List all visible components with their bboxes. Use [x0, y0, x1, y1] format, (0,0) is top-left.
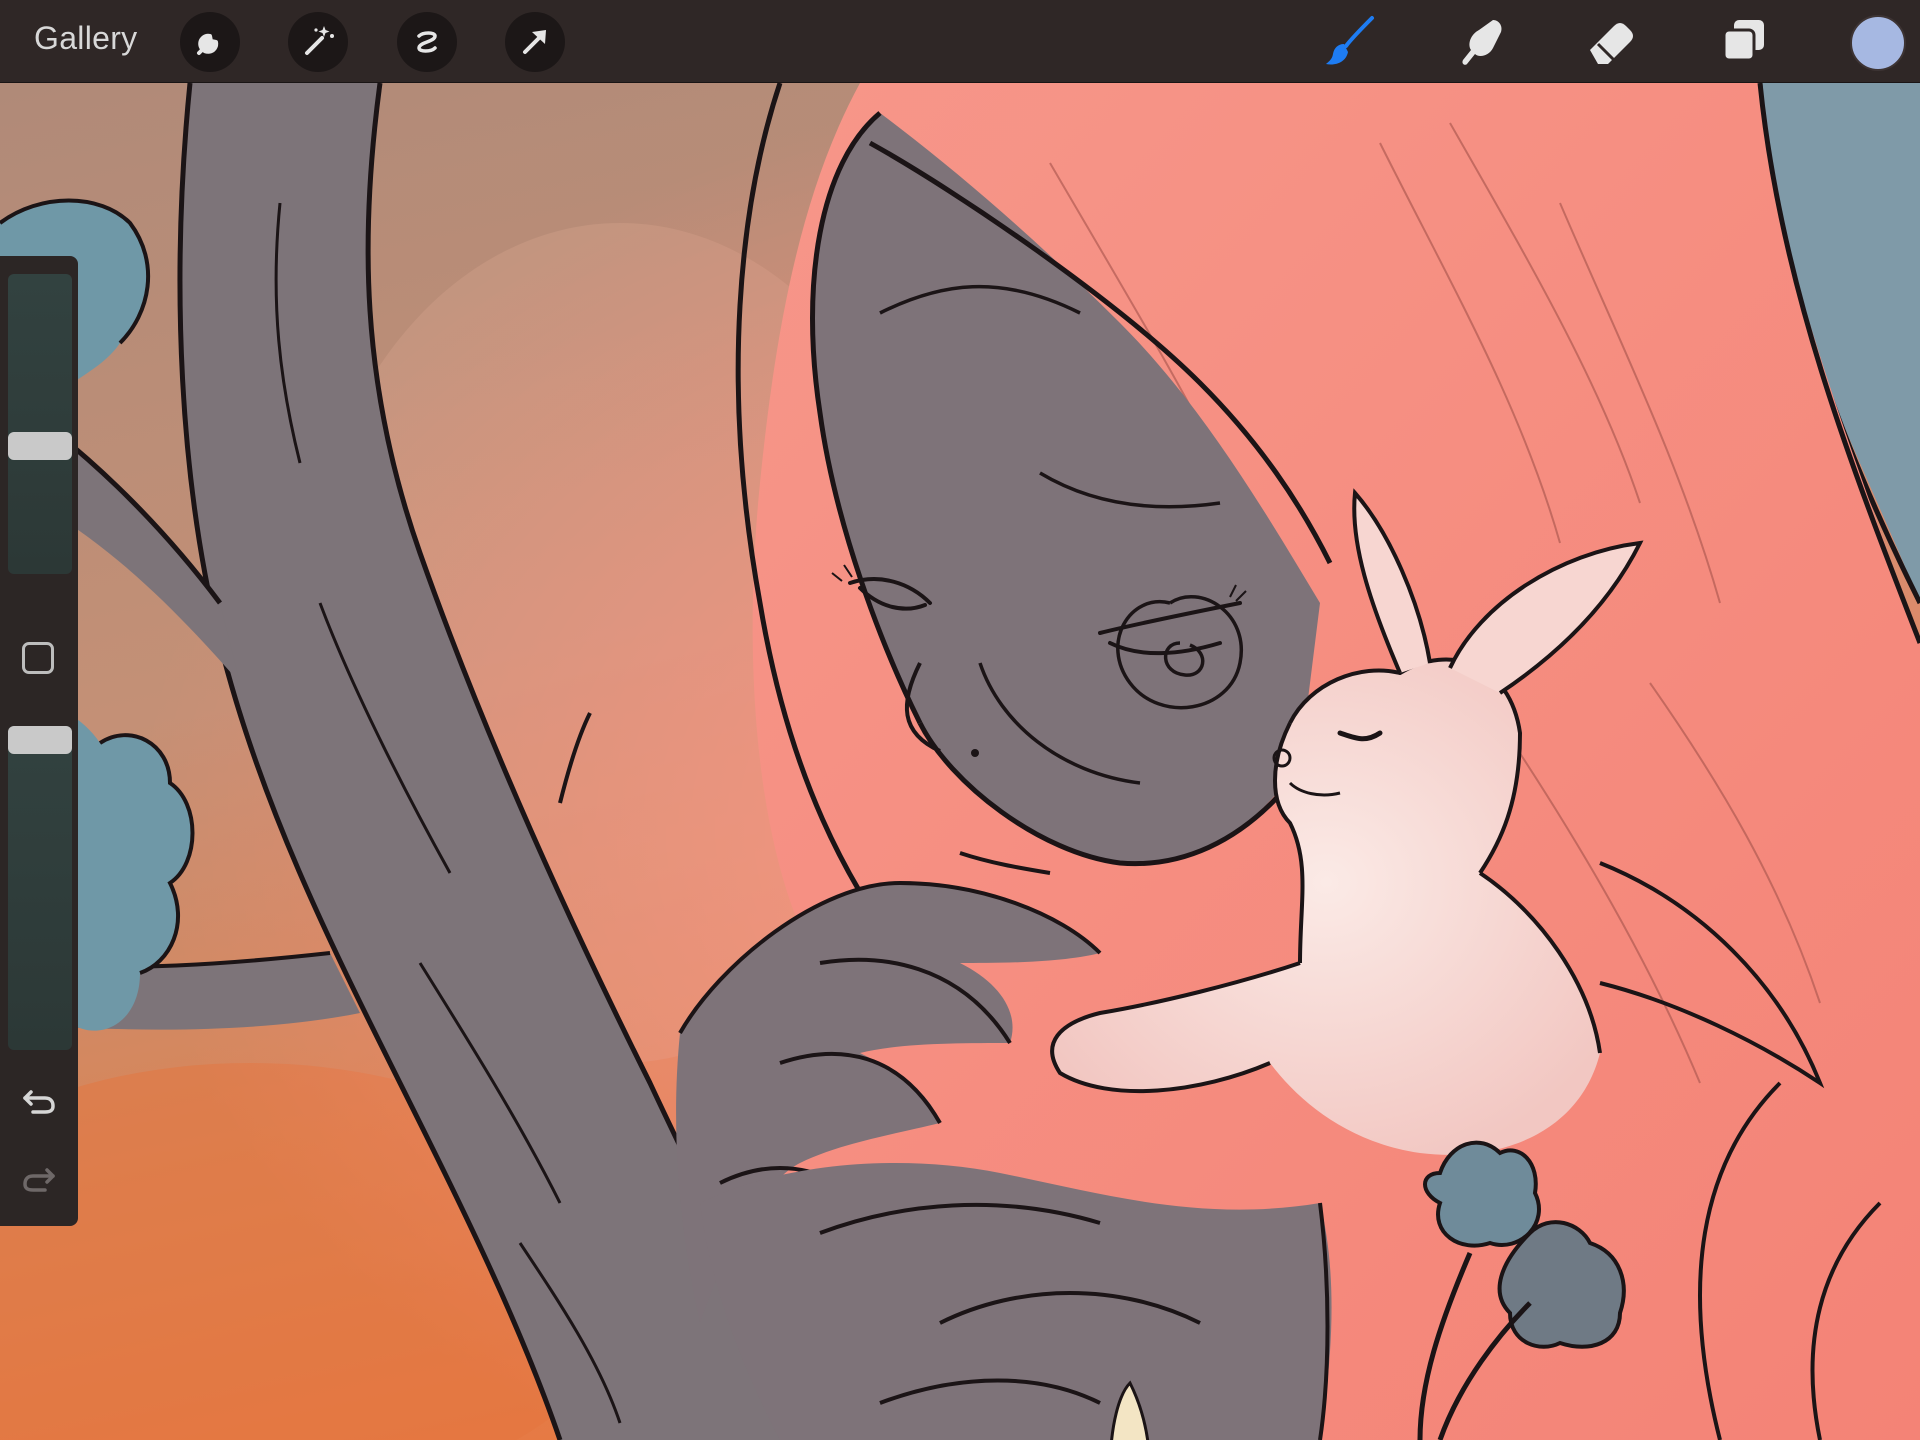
redo-arrow-icon [17, 1168, 61, 1204]
smudge-tool-button[interactable] [1449, 10, 1513, 74]
adjustments-button[interactable] [288, 12, 348, 72]
brush-size-slider[interactable] [8, 274, 72, 574]
undo-button[interactable] [17, 1078, 61, 1122]
modify-button[interactable] [22, 642, 54, 674]
brush-opacity-thumb[interactable] [8, 726, 72, 754]
selection-button[interactable] [397, 12, 457, 72]
brush-size-thumb[interactable] [8, 432, 72, 460]
procreate-app: Gallery [0, 0, 1920, 1440]
side-bar [0, 256, 78, 1226]
layers-button[interactable] [1712, 10, 1776, 74]
artwork [0, 83, 1920, 1440]
eraser-tool-button[interactable] [1580, 10, 1644, 74]
brush-opacity-slider[interactable] [8, 726, 72, 1050]
actions-button[interactable] [180, 12, 240, 72]
gallery-button[interactable]: Gallery [34, 20, 137, 57]
brush-tool-button[interactable] [1318, 10, 1382, 74]
drawing-canvas[interactable] [0, 83, 1920, 1440]
redo-button[interactable] [17, 1156, 61, 1200]
top-toolbar: Gallery [0, 0, 1920, 83]
undo-arrow-icon [17, 1090, 61, 1126]
color-picker-button[interactable] [1850, 15, 1906, 71]
transform-button[interactable] [505, 12, 565, 72]
